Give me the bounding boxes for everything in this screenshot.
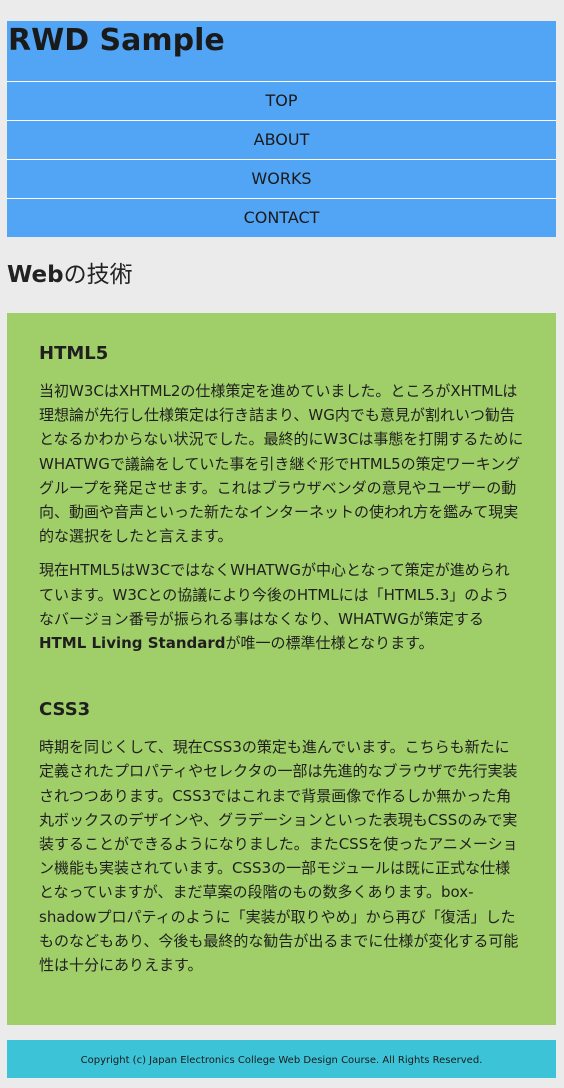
article-paragraph: 時期を同じくして、現在CSS3の策定も進んでいます。こちらも新たに定義されたプロ… — [39, 738, 519, 975]
nav-item-works[interactable]: WORKS — [7, 159, 556, 198]
article-paragraph: 当初W3CはXHTML2の仕様策定を進めていました。ところがXHTMLは理想論が… — [39, 382, 524, 546]
global-nav: TOP ABOUT WORKS CONTACT — [7, 81, 556, 237]
article-css3: CSS3 時期を同じくして、現在CSS3の策定も進んでいます。こちらも新たに定義… — [39, 699, 524, 977]
article-heading: CSS3 — [39, 699, 91, 721]
article-html5: HTML5 当初W3CはXHTML2の仕様策定を進めていました。ところがXHTM… — [39, 343, 524, 655]
article-heading: HTML5 — [39, 343, 109, 364]
content-box: HTML5 当初W3CはXHTML2の仕様策定を進めていました。ところがXHTM… — [7, 313, 556, 1025]
main-content: Webの技術 HTML5 当初W3CはXHTML2の仕様策定を進めていました。と… — [7, 237, 556, 1025]
site-title: RWD Sample — [8, 23, 225, 58]
nav-item-top[interactable]: TOP — [7, 81, 556, 120]
nav-item-about[interactable]: ABOUT — [7, 120, 556, 159]
copyright-text: Copyright (c) Japan Electronics College … — [80, 1055, 483, 1066]
site-header: RWD Sample TOP ABOUT WORKS CONTACT — [7, 21, 556, 237]
nav-list-item: WORKS — [7, 159, 556, 198]
nav-list: TOP ABOUT WORKS CONTACT — [7, 81, 556, 237]
paragraph-text: が唯一の標準仕様となります。 — [225, 634, 434, 653]
page-wrapper: RWD Sample TOP ABOUT WORKS CONTACT Webの技… — [7, 21, 556, 1025]
article-paragraph: 現在HTML5はW3CではなくWHATWGが中心となって策定が進められています。… — [39, 558, 524, 655]
site-footer: Copyright (c) Japan Electronics College … — [7, 1040, 556, 1078]
section-title-rest: の技術 — [63, 262, 133, 288]
nav-item-contact[interactable]: CONTACT — [7, 198, 556, 237]
section-title: Webの技術 — [7, 237, 556, 313]
section-title-bold: Web — [7, 262, 64, 288]
paragraph-text: 現在HTML5はW3CではなくWHATWGが中心となって策定が進められています。… — [39, 561, 510, 628]
paragraph-strong: HTML Living Standard — [39, 634, 226, 653]
nav-list-item: CONTACT — [7, 198, 556, 237]
nav-list-item: ABOUT — [7, 120, 556, 159]
nav-list-item: TOP — [7, 81, 556, 120]
